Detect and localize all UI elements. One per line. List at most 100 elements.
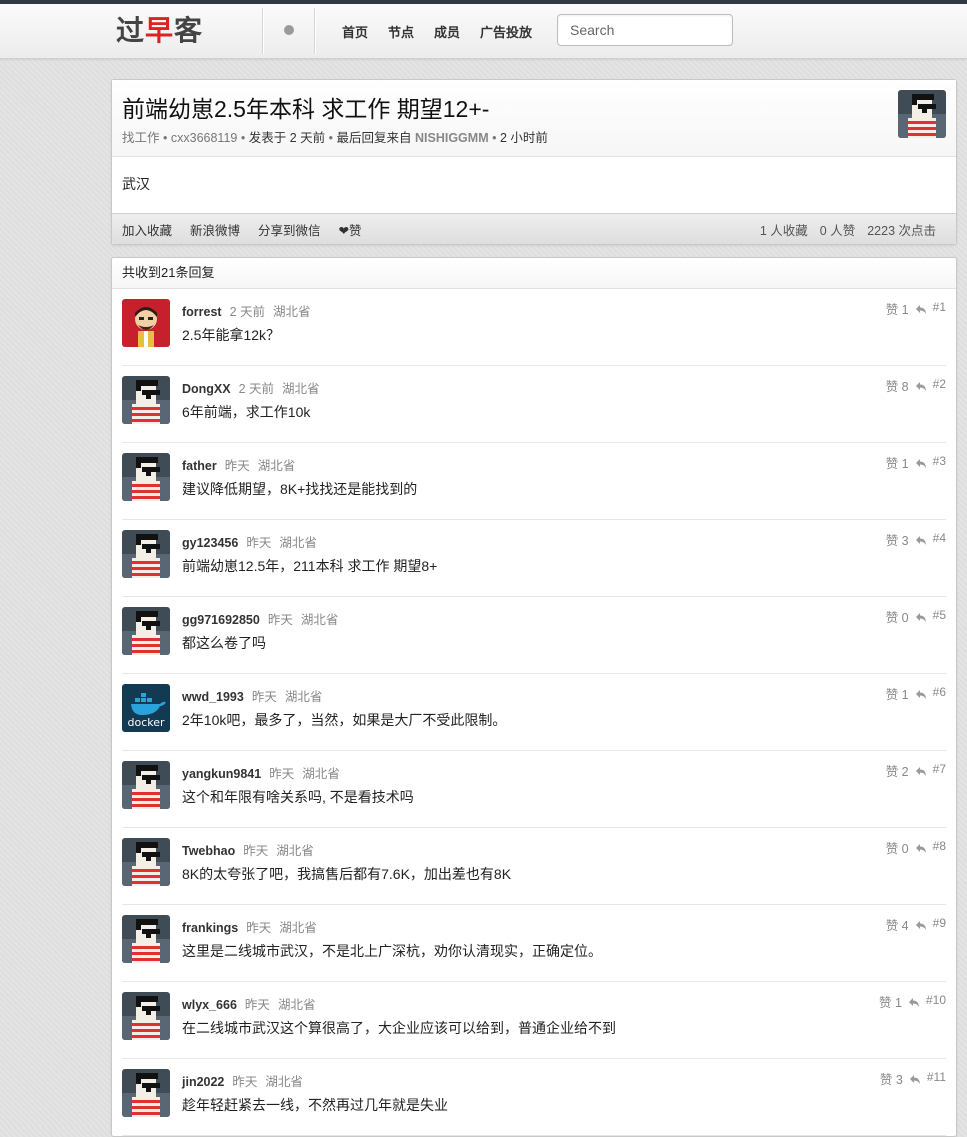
nav-link-members[interactable]: 成员 [434,22,460,41]
reply-username[interactable]: wlyx_666 [182,998,237,1012]
reply-like-button[interactable]: 赞 2 [886,761,909,780]
favorite-button[interactable]: 加入收藏 [122,220,172,239]
reply-like-button[interactable]: 赞 1 [886,299,909,318]
reply-actions: 赞 1 #10 [879,992,946,1011]
topic-node-link[interactable]: 找工作 [122,131,160,145]
topic-last-reply-label: 最后回复来自 [336,131,412,145]
likes-count: 0 人赞 [819,223,856,238]
reply-arrow-icon[interactable] [915,919,927,931]
nav-links: 首页 节点 成员 广告投放 [342,4,532,58]
reply-floor-number[interactable]: #4 [933,531,946,545]
reply-avatar[interactable] [122,838,170,886]
reply-username[interactable]: frankings [182,921,238,935]
reply-time: 昨天 [251,690,277,704]
reply-floor-number[interactable]: #1 [933,300,946,314]
reply-like-button[interactable]: 赞 4 [886,915,909,934]
reply-avatar[interactable] [122,607,170,655]
reply-floor-number[interactable]: #6 [933,685,946,699]
reply-avatar[interactable] [122,761,170,809]
topic-footer: 加入收藏 新浪微博 分享到微信 ❤赞 1 人收藏 0 人赞 2223 次点击 [112,213,956,244]
reply-floor-number[interactable]: #8 [933,839,946,853]
reply-avatar[interactable] [122,915,170,963]
docker-avatar-label: docker [127,716,165,729]
reply-avatar[interactable] [122,530,170,578]
share-wechat-button[interactable]: 分享到微信 [258,220,321,239]
reply-arrow-icon[interactable] [915,457,927,469]
reply-arrow-icon[interactable] [915,688,927,700]
reply-location: 湖北省 [284,690,323,704]
reply-username[interactable]: wwd_1993 [182,690,244,704]
reply-username[interactable]: gg971692850 [182,613,260,627]
reply-time: 昨天 [269,767,295,781]
reply-username[interactable]: Twebhao [182,844,235,858]
reply-location: 湖北省 [302,767,340,781]
reply-location: 湖北省 [279,536,317,550]
reply-floor-number[interactable]: #11 [927,1070,946,1084]
reply-like-button[interactable]: 赞 1 [886,684,909,703]
reply-floor-number[interactable]: #2 [933,377,946,391]
reply-avatar[interactable] [122,1069,170,1117]
reply-actions: 赞 0 #5 [886,607,946,626]
reply-time: 昨天 [267,613,293,627]
reply-like-button[interactable]: 赞 3 [886,530,909,549]
reply-floor-number[interactable]: #7 [933,762,946,776]
reply-item: wlyx_666 昨天 湖北省 在二线城市武汉这个算很高了，大企业应该可以给到，普通… [122,982,946,1059]
reply-arrow-icon[interactable] [908,996,920,1008]
share-weibo-button[interactable]: 新浪微博 [190,220,240,239]
reply-actions: 赞 8 #2 [886,376,946,395]
reply-like-button[interactable]: 赞 0 [886,838,909,857]
reply-like-button[interactable]: 赞 1 [879,992,902,1011]
reply-arrow-icon[interactable] [915,534,927,546]
reply-like-button[interactable]: 赞 1 [886,453,909,472]
like-button[interactable]: ❤赞 [339,220,362,239]
search-input[interactable] [557,14,733,46]
reply-content: 前端幼崽12.5年，211本科 求工作 期望8+ [182,558,438,574]
reply-arrow-icon[interactable] [915,380,927,392]
topic-last-reply-user[interactable]: NISHIGGMM [415,131,489,145]
reply-location: 湖北省 [273,305,311,319]
reply-username[interactable]: jin2022 [182,1075,224,1089]
reply-arrow-icon[interactable] [909,1073,921,1085]
reply-username[interactable]: father [182,459,217,473]
reply-floor-number[interactable]: #3 [933,454,946,468]
reply-avatar[interactable]: docker [122,684,170,732]
nav-link-nodes[interactable]: 节点 [388,22,414,41]
reply-actions: 赞 1 #1 [886,299,946,318]
nav-divider [314,8,315,54]
reply-username[interactable]: DongXX [182,382,231,396]
reply-arrow-icon[interactable] [915,303,927,315]
reply-time: 昨天 [232,1075,258,1089]
reply-floor-number[interactable]: #9 [933,916,946,930]
reply-username[interactable]: gy123456 [182,536,238,550]
reply-arrow-icon[interactable] [915,611,927,623]
reply-avatar[interactable] [122,992,170,1040]
reply-like-button[interactable]: 赞 3 [880,1069,903,1088]
reply-location: 湖北省 [257,459,296,473]
author-avatar[interactable] [898,90,946,138]
reply-actions: 赞 4 #9 [886,915,946,934]
topic-header: 前端幼崽2.5年本科 求工作 期望12+- 找工作 • cxx3668119 •… [112,80,956,157]
reply-floor-number[interactable]: #5 [933,608,946,622]
nav-link-home[interactable]: 首页 [342,22,368,41]
reply-like-button[interactable]: 赞 8 [886,376,909,395]
site-logo[interactable]: 过早客 [116,14,203,48]
reply-like-button[interactable]: 赞 0 [886,607,909,626]
reply-avatar[interactable] [122,376,170,424]
reply-content: 这里是二线城市武汉，不是北上广深杭，劝你认清现实，正确定位。 [182,943,602,959]
reply-floor-number[interactable]: #10 [926,993,946,1007]
reply-arrow-icon[interactable] [915,765,927,777]
reply-location: 湖北省 [300,613,339,627]
topic-author-link[interactable]: cxx3668119 [171,131,238,145]
logo-char-3: 客 [174,14,204,47]
reply-arrow-icon[interactable] [915,842,927,854]
reply-username[interactable]: forrest [182,305,222,319]
reply-username[interactable]: yangkun9841 [182,767,261,781]
topic-actions: 加入收藏 新浪微博 分享到微信 ❤赞 [122,214,362,244]
reply-avatar[interactable] [122,453,170,501]
reply-item: frankings 昨天 湖北省 这里是二线城市武汉，不是北上广深杭，劝你认清现实，… [122,905,946,982]
reply-content: 2年10k吧，最多了，当然，如果是大厂不受此限制。 [182,712,507,728]
reply-avatar[interactable] [122,299,170,347]
reply-item: gy123456 昨天 湖北省 前端幼崽12.5年，211本科 求工作 期望8+ 赞… [122,520,946,597]
reply-actions: 赞 0 #8 [886,838,946,857]
nav-link-ads[interactable]: 广告投放 [480,22,532,41]
